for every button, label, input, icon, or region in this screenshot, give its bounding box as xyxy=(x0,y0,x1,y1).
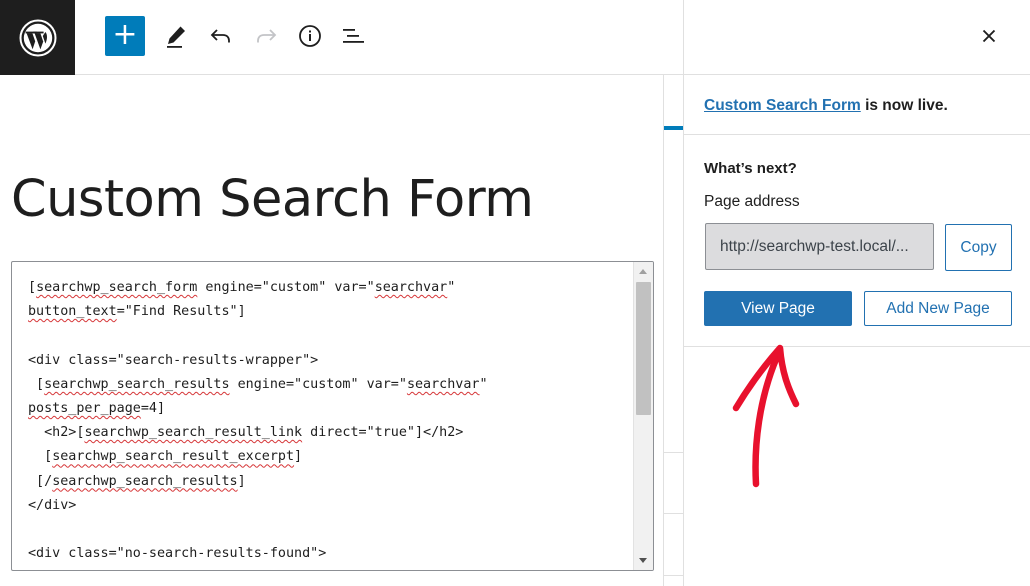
details-button[interactable] xyxy=(290,16,330,56)
wordpress-icon xyxy=(19,19,56,56)
redo-icon xyxy=(257,29,277,43)
close-panel-button[interactable] xyxy=(971,18,1007,54)
code-text: </div> xyxy=(28,497,77,513)
misspelled-token: searchwp_search_results xyxy=(52,473,238,489)
whats-next-heading: What’s next? xyxy=(704,160,797,177)
wordpress-logo[interactable] xyxy=(0,0,75,75)
code-text: [/ xyxy=(28,473,53,489)
misspelled-token: searchwp_search_form xyxy=(36,280,198,295)
panel-divider xyxy=(664,513,684,514)
code-text: <div class="search-results-wrapper"> xyxy=(28,352,319,368)
list-view-button[interactable] xyxy=(334,16,374,56)
panel-divider xyxy=(664,452,684,453)
editor-canvas: Custom Search Form [searchwp_search_form… xyxy=(0,75,663,586)
panel-divider xyxy=(664,575,684,576)
page-address-label: Page address xyxy=(704,193,800,210)
code-line: button_text="Find Results"] xyxy=(28,300,628,324)
code-text: <h2>[ xyxy=(28,425,85,441)
code-text: direct="true"]</h2> xyxy=(302,425,464,441)
page-address-field[interactable] xyxy=(705,223,934,270)
scrollbar-thumb[interactable] xyxy=(636,282,651,415)
misspelled-token: button_text xyxy=(28,304,117,320)
misspelled-token: searchwp_search_result_excerpt xyxy=(52,449,295,465)
panel-divider xyxy=(684,346,1030,347)
code-line: <div class="no-search-results-found"> xyxy=(28,542,628,566)
code-text: ] xyxy=(237,473,246,489)
live-suffix: is now live. xyxy=(860,97,948,114)
panel-divider xyxy=(684,134,1030,135)
code-text: engine="custom" var=" xyxy=(197,280,375,295)
code-text: [ xyxy=(28,376,45,392)
copy-button[interactable]: Copy xyxy=(945,224,1012,271)
code-line: <div class="search-results-wrapper"> xyxy=(28,349,628,373)
code-text: engine="custom" var=" xyxy=(229,376,407,392)
scroll-down-arrow-icon[interactable] xyxy=(639,558,647,563)
undo-button[interactable] xyxy=(201,16,241,56)
close-icon xyxy=(982,29,996,43)
list-view-icon xyxy=(343,29,364,43)
code-line: [searchwp_search_result_excerpt] xyxy=(28,445,628,469)
panel-header xyxy=(684,0,1030,75)
pencil-icon xyxy=(167,26,185,48)
code-text: " xyxy=(479,376,488,392)
misspelled-token: searchwp_search_results xyxy=(44,376,230,392)
code-line: [searchwp_search_results engine="custom"… xyxy=(28,373,628,397)
active-tab-indicator xyxy=(664,126,684,130)
post-link[interactable]: Custom Search Form xyxy=(704,97,861,114)
shortcode-block[interactable]: [searchwp_search_form engine="custom" va… xyxy=(11,261,654,571)
add-new-page-button[interactable]: Add New Page xyxy=(864,291,1012,326)
add-block-button[interactable]: + xyxy=(105,16,145,56)
code-line: [searchwp_search_form engine="custom" va… xyxy=(28,276,628,300)
code-text: =4] xyxy=(140,400,166,416)
info-icon xyxy=(299,25,321,47)
code-text: ="Find Results"] xyxy=(116,304,246,320)
post-title[interactable]: Custom Search Form xyxy=(11,170,534,229)
scroll-up-arrow-icon[interactable] xyxy=(639,269,647,274)
code-line: [/searchwp_search_results] xyxy=(28,470,628,494)
code-line: </div> xyxy=(28,494,628,518)
misspelled-token: searchvar xyxy=(374,280,448,295)
code-content[interactable]: [searchwp_search_form engine="custom" va… xyxy=(28,276,628,566)
code-line: posts_per_page=4] xyxy=(28,397,628,421)
code-text: [ xyxy=(28,449,53,465)
misspelled-token: searchwp_search_result_link xyxy=(84,425,303,441)
code-text: <div class="no-search-results-found"> xyxy=(28,546,327,562)
post-live-notice: Custom Search Form is now live. xyxy=(704,97,948,115)
misspelled-token: posts_per_page xyxy=(28,400,141,416)
code-text: ] xyxy=(294,449,303,465)
redo-button[interactable] xyxy=(246,16,286,56)
view-page-button[interactable]: View Page xyxy=(704,291,852,326)
tools-button[interactable] xyxy=(156,16,196,56)
post-publish-panel: Custom Search Form is now live. What’s n… xyxy=(683,0,1030,586)
plus-icon: + xyxy=(112,16,138,52)
code-text: " xyxy=(447,280,456,295)
misspelled-token: searchvar xyxy=(406,376,480,392)
editor-toolbar: + xyxy=(0,0,683,75)
code-scrollbar[interactable] xyxy=(633,262,653,570)
code-text: [ xyxy=(28,280,37,295)
settings-panel-edge xyxy=(663,75,684,586)
undo-icon xyxy=(210,29,230,43)
code-line: <h2>[searchwp_search_result_link direct=… xyxy=(28,421,628,445)
